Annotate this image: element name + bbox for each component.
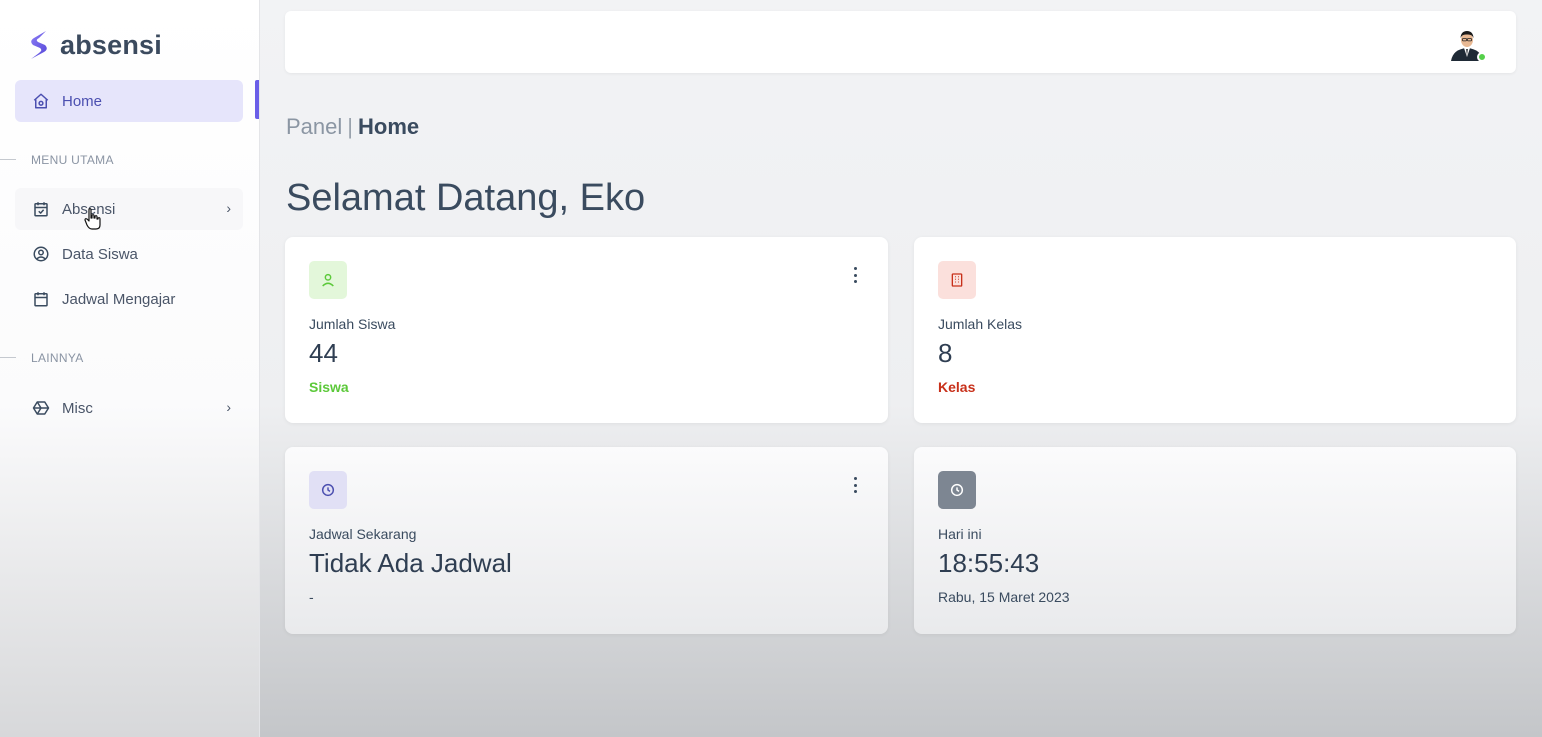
sidebar-item-jadwal-mengajar[interactable]: Jadwal Mengajar: [15, 278, 243, 320]
breadcrumb-separator: |: [347, 114, 353, 139]
chevron-right-icon: ›: [226, 399, 231, 415]
stat-card-jumlah-siswa: Jumlah Siswa 44 Siswa: [285, 237, 888, 423]
section-divider: [0, 159, 16, 160]
card-subtext: Siswa: [309, 379, 349, 395]
current-date: Rabu, 15 Maret 2023: [938, 589, 1070, 605]
sidebar-item-label: Home: [62, 92, 103, 110]
card-subtext: Kelas: [938, 379, 976, 395]
section-label-other: LAINNYA: [31, 351, 84, 365]
stat-card-jadwal-sekarang: Jadwal Sekarang Tidak Ada Jadwal -: [285, 447, 888, 634]
clock-icon: [309, 471, 347, 509]
sidebar-item-home[interactable]: Home: [15, 80, 243, 122]
sidebar-item-misc[interactable]: Misc ›: [15, 387, 243, 429]
section-label-main: MENU UTAMA: [31, 153, 114, 167]
page-title: Selamat Datang, Eko: [286, 177, 646, 219]
card-value: Tidak Ada Jadwal: [309, 548, 512, 578]
breadcrumb-parent[interactable]: Panel: [286, 114, 342, 139]
card-value: 44: [309, 338, 338, 368]
app-logo[interactable]: absensi: [28, 28, 162, 62]
logo-text: absensi: [60, 29, 162, 60]
sidebar: absensi Home MENU UTAMA Absensi › Data S…: [0, 0, 260, 737]
topbar: [285, 11, 1516, 73]
card-label: Jadwal Sekarang: [309, 526, 417, 542]
hand-cursor-icon: [84, 208, 101, 230]
chevron-right-icon: ›: [226, 200, 231, 216]
card-label: Hari ini: [938, 526, 982, 542]
sidebar-item-absensi[interactable]: Absensi ›: [15, 188, 243, 230]
building-icon: [938, 261, 976, 299]
calendar-icon: [32, 290, 50, 308]
sidebar-item-label: Jadwal Mengajar: [62, 290, 176, 308]
stat-card-jumlah-kelas: Jumlah Kelas 8 Kelas: [914, 237, 1516, 423]
user-avatar[interactable]: [1448, 25, 1487, 63]
user-circle-icon: [32, 245, 50, 263]
card-label: Jumlah Siswa: [309, 316, 396, 332]
user-icon: [309, 261, 347, 299]
more-options-icon[interactable]: [852, 267, 858, 283]
box-icon: [32, 399, 50, 417]
card-value: 8: [938, 338, 953, 368]
home-icon: [32, 92, 50, 110]
card-subtext: -: [309, 589, 314, 605]
calendar-check-icon: [32, 200, 50, 218]
section-divider: [0, 357, 16, 358]
breadcrumb-current: Home: [358, 114, 420, 139]
current-time: 18:55:43: [938, 548, 1040, 578]
sidebar-item-label: Misc: [62, 399, 93, 417]
card-label: Jumlah Kelas: [938, 316, 1023, 332]
clock-icon: [938, 471, 976, 509]
sidebar-item-label: Data Siswa: [62, 245, 138, 263]
breadcrumb: Panel | Home: [286, 114, 419, 140]
stat-card-hari-ini: Hari ini 18:55:43 Rabu, 15 Maret 2023: [914, 447, 1516, 634]
active-indicator: [255, 80, 259, 119]
online-status-indicator: [1477, 52, 1487, 62]
more-options-icon[interactable]: [852, 477, 858, 493]
sidebar-item-data-siswa[interactable]: Data Siswa: [15, 233, 243, 275]
logo-icon: [31, 31, 47, 59]
